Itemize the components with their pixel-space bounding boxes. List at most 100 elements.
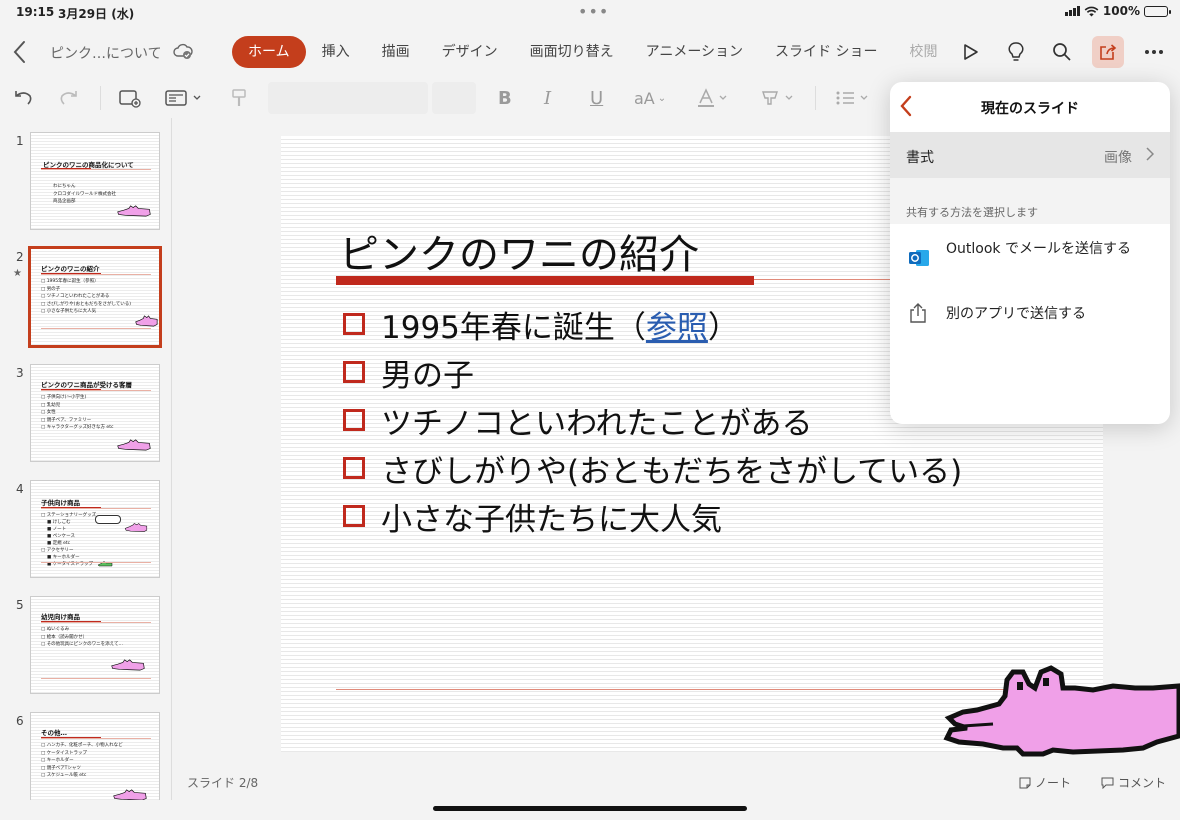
new-slide-icon[interactable] (118, 86, 142, 110)
thumbnail-item: □ 絵本（読み聞かせ） (41, 634, 88, 640)
thumbnail-item: □ 子供向け(～小学生) (41, 395, 87, 400)
underline-icon[interactable]: U (590, 86, 603, 110)
document-title[interactable]: ピンク…について (50, 43, 162, 63)
tab-slideshow[interactable]: スライド ショー (759, 36, 893, 68)
slide-bullet[interactable]: ツチノコといわれたことがある (343, 396, 962, 444)
play-icon[interactable] (954, 36, 986, 68)
reference-link[interactable]: 参照 (646, 302, 708, 347)
multitasking-dots-icon[interactable]: ••• (578, 2, 609, 21)
format-painter-icon[interactable] (230, 86, 248, 110)
lightbulb-icon[interactable] (1000, 36, 1032, 68)
slide-thumbnail-4[interactable]: 4 子供向け商品 □ ステーショナリーグッズ ■ けしごむ ■ ノート ■ ペン… (0, 466, 171, 578)
font-color-icon[interactable] (696, 86, 730, 110)
slide-bullet[interactable]: さびしがりや(おともだちをさがしている) (343, 444, 962, 492)
thumbnail-item: ■ キーホルダー (47, 555, 80, 560)
thumbnail-item: □ 女性 (41, 410, 56, 415)
back-chevron-icon[interactable] (10, 38, 30, 66)
slide-thumbnail-preview[interactable]: 子供向け商品 □ ステーショナリーグッズ ■ けしごむ ■ ノート ■ ペンケー… (30, 480, 160, 578)
other-app-label: 別のアプリで送信する (946, 306, 1086, 322)
undo-icon[interactable] (12, 86, 34, 110)
cloud-sync-icon[interactable] (172, 40, 194, 62)
thumbnail-item: クロコダイルワールド株式会社 (53, 191, 116, 197)
font-name-field[interactable] (268, 82, 428, 114)
thumbnail-item: ■ ノート (47, 527, 67, 532)
tab-review[interactable]: 校閲 (894, 36, 943, 68)
slide-thumbnail-6[interactable]: 6 その他… □ ハンカチ、化粧ポーチ、小物入れなど □ ケータイストラップ □… (0, 698, 171, 800)
slide-title[interactable]: ピンクのワニの紹介 (339, 222, 699, 280)
slide-thumbnail-preview[interactable]: 幼児向け商品 □ ぬいぐるみ □ 絵本（読み聞かせ） □ その他玩具にピンクのワ… (30, 596, 160, 694)
slide-thumbnail-preview[interactable]: ピンクのワニの商品化について わにちゃん クロコダイルワールド株式会社 商品企画… (30, 132, 160, 230)
font-size-change-icon[interactable]: aA ⌄ (634, 86, 666, 110)
tab-insert[interactable]: 挿入 (306, 36, 366, 68)
tab-transitions[interactable]: 画面切り替え (514, 36, 630, 68)
slide-thumbnail-2[interactable]: 2 ★ ピンクのワニの紹介 □ 1995年春に誕生（参照） □ 男の子 □ ツチ… (0, 234, 171, 348)
format-option[interactable]: 書式 画像 (890, 132, 1170, 178)
tab-home[interactable]: ホーム (232, 36, 306, 68)
slide-bullet[interactable]: 小さな子供たちに大人気 (343, 492, 962, 540)
thumbnail-item: □ 1995年春に誕生（参照） (41, 279, 99, 284)
outlook-icon (909, 250, 929, 266)
search-icon[interactable] (1046, 36, 1078, 68)
pink-crocodile-image (135, 315, 158, 327)
speech-bubble-image (95, 515, 121, 524)
share-upload-icon (910, 303, 926, 323)
share-icon[interactable] (1092, 36, 1124, 68)
status-time: 19:15 (16, 5, 55, 19)
slide-thumbnail-preview-selected[interactable]: ピンクのワニの紹介 □ 1995年春に誕生（参照） □ 男の子 □ ツチノコとい… (28, 246, 162, 348)
more-options-icon[interactable] (1138, 36, 1170, 68)
tab-design[interactable]: デザイン (426, 36, 514, 68)
format-value: 画像 (1104, 150, 1132, 166)
slide-counter: スライド 2/8 (187, 776, 259, 790)
highlight-icon[interactable] (760, 86, 796, 110)
italic-icon[interactable]: I (544, 86, 551, 110)
send-other-app-option[interactable]: 別のアプリで送信する (890, 288, 1170, 340)
checkbox-bullet-icon (343, 457, 365, 479)
thumbnail-item: ■ けしごむ (47, 520, 71, 525)
slide-thumbnail-number: 1 (16, 134, 24, 148)
thumbnail-item: 商品企画部 (53, 199, 76, 204)
wifi-icon (1084, 6, 1099, 16)
slide-bullet[interactable]: 1995年春に誕生（ 参照） (343, 300, 962, 348)
comments-button[interactable]: コメント (1101, 774, 1166, 791)
redo-icon[interactable] (58, 86, 80, 110)
slide-thumbnail-preview[interactable]: ピンクのワニ商品が受ける客層 □ 子供向け(～小学生) □ 乳幼児 □ 女性 □… (30, 364, 160, 462)
tab-animations[interactable]: アニメーション (630, 36, 759, 68)
slide-bullet-list[interactable]: 1995年春に誕生（ 参照） 男の子 ツチノコといわれたことがある さびしがりや(… (343, 300, 962, 540)
status-right: 100% (1064, 4, 1171, 18)
notes-button[interactable]: ノート (1019, 774, 1071, 791)
slide-bullet[interactable]: 男の子 (343, 348, 962, 396)
thumbnail-title: ピンクのワニ商品が受ける客層 (41, 381, 132, 389)
thumbnail-item: □ ハンカチ、化粧ポーチ、小物入れなど (41, 743, 123, 748)
thumbnail-item: □ ぬいぐるみ (41, 627, 70, 632)
tab-draw[interactable]: 描画 (366, 36, 426, 68)
thumbnail-item: □ 親子ペア、ファミリー (41, 417, 92, 423)
thumbnail-item: □ 乳幼児 (41, 402, 61, 408)
thumbnail-item: ■ ペンケース (47, 534, 75, 539)
bold-icon[interactable]: B (498, 86, 512, 110)
slide-thumbnail-5[interactable]: 5 幼児向け商品 □ ぬいぐるみ □ 絵本（読み聞かせ） □ その他玩具にピンク… (0, 582, 171, 694)
thumbnail-item: □ ケータイストラップ (41, 750, 88, 756)
send-outlook-email-option[interactable]: Outlook でメールを送信する (890, 224, 1170, 288)
pink-crocodile-image (111, 659, 145, 671)
popover-header: 現在のスライド (890, 82, 1170, 130)
bullets-icon[interactable] (834, 86, 870, 110)
share-popover: 現在のスライド 書式 画像 共有する方法を選択します Outlook でメールを… (890, 82, 1170, 424)
checkbox-bullet-icon (343, 361, 365, 383)
slide-thumbnail-3[interactable]: 3 ピンクのワニ商品が受ける客層 □ 子供向け(～小学生) □ 乳幼児 □ 女性… (0, 350, 171, 462)
thumbnail-title: その他… (41, 729, 67, 737)
format-label: 書式 (906, 150, 934, 166)
star-icon: ★ (13, 268, 22, 279)
slide-thumbnail-preview[interactable]: その他… □ ハンカチ、化粧ポーチ、小物入れなど □ ケータイストラップ □ キ… (30, 712, 160, 800)
footer-accent-line (336, 689, 1048, 690)
layout-icon[interactable] (164, 86, 204, 110)
thumbnail-item: □ キーホルダー (41, 758, 74, 763)
font-size-field[interactable] (432, 82, 476, 114)
slide-thumbnail-1[interactable]: 1 ピンクのワニの商品化について わにちゃん クロコダイルワールド株式会社 商品… (0, 118, 171, 230)
thumbnail-title: ピンクのワニの紹介 (41, 265, 100, 273)
pink-crocodile-image (124, 523, 148, 532)
popover-title: 現在のスライド (981, 101, 1079, 117)
thumbnail-item: □ アクセサリー (41, 548, 74, 553)
comment-icon (1101, 777, 1114, 789)
home-indicator[interactable] (433, 806, 747, 811)
pink-crocodile-image[interactable] (943, 658, 1180, 768)
